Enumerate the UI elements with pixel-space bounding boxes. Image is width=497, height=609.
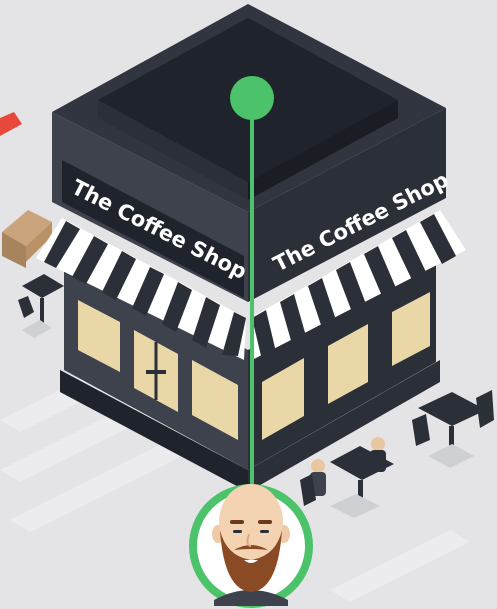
bearded-man-avatar[interactable]: [189, 484, 313, 608]
coffee-shop-scene: The Coffee Shop The Coffee Shop: [0, 0, 497, 609]
location-pin-icon[interactable]: [230, 76, 274, 120]
